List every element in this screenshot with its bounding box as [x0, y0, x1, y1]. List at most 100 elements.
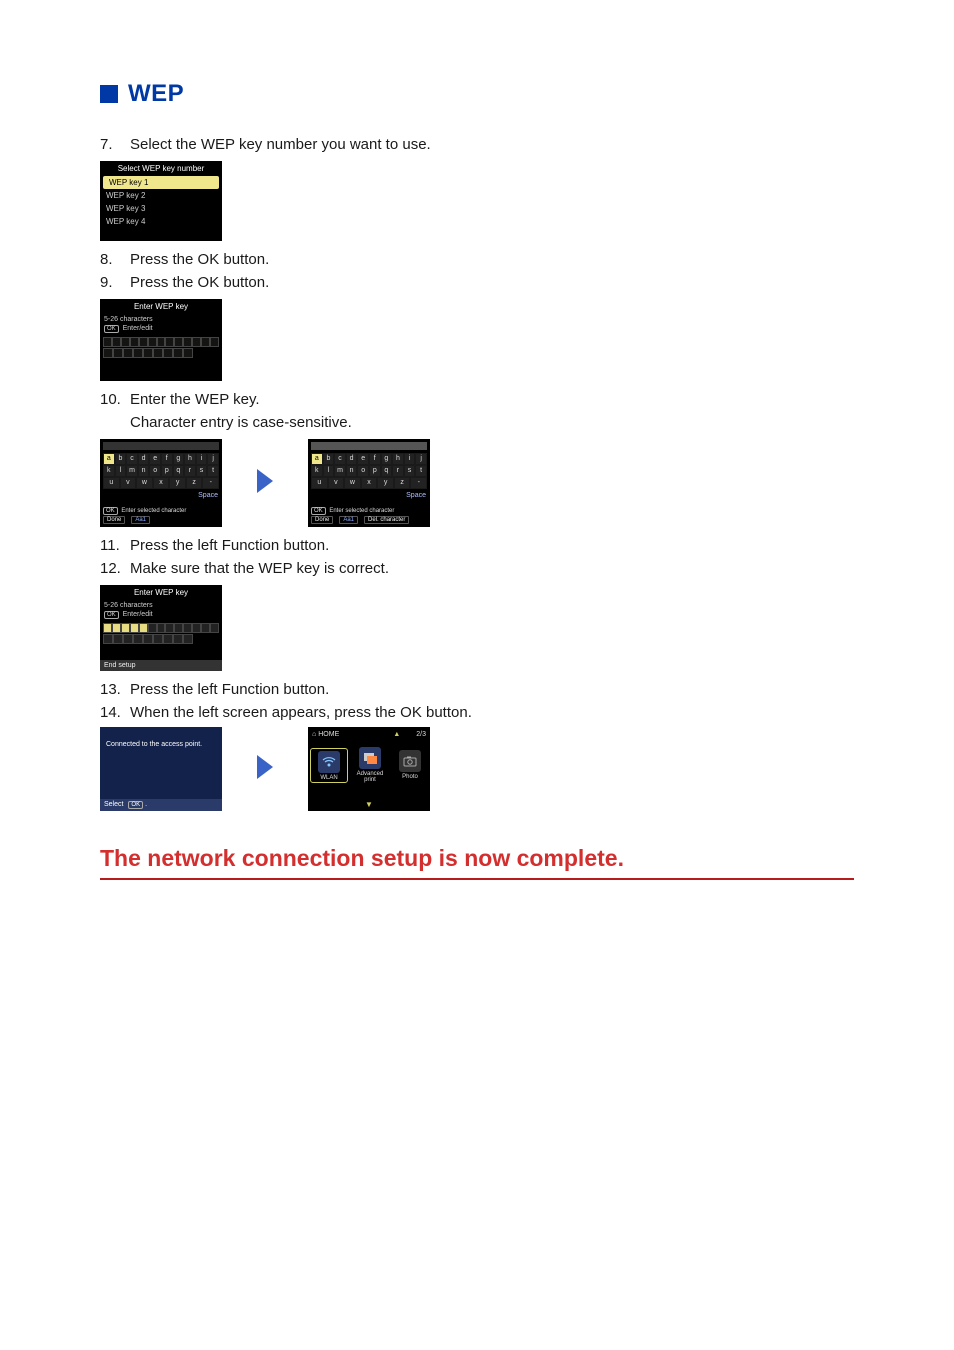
- tile-label: WLAN: [320, 775, 337, 781]
- lcd-title: Select WEP key number: [100, 164, 222, 176]
- char-grid: [103, 634, 219, 644]
- step-10: 10. Enter the WEP key.: [100, 391, 854, 408]
- kb-key: d: [346, 453, 358, 465]
- final-heading: The network connection setup is now comp…: [100, 845, 854, 880]
- lcd-hint-text: Enter/edit: [123, 325, 153, 332]
- ok-badge-icon: OK: [128, 801, 143, 809]
- ok-badge-icon: OK: [104, 611, 119, 619]
- step-number: 10.: [100, 391, 124, 408]
- kb-key: r: [184, 465, 196, 477]
- step-subtext: Character entry is case-sensitive.: [130, 414, 854, 431]
- kb-key: v: [328, 477, 345, 489]
- kb-hint-text: Enter selected character: [121, 508, 186, 514]
- kb-letter-grid: a b c d e f g h i j k l m: [103, 453, 219, 489]
- wep-key-row: WEP key 1: [103, 176, 219, 189]
- home-label: HOME: [318, 731, 339, 738]
- kb-key: o: [357, 465, 369, 477]
- kb-key: q: [381, 465, 393, 477]
- kb-key: e: [149, 453, 161, 465]
- home-tile-photo: Photo: [392, 750, 428, 780]
- kb-done-btn: Done: [103, 516, 125, 524]
- step-8: 8. Press the OK button.: [100, 251, 854, 268]
- lcd-keyboard-empty: a b c d e f g h i j k l m: [100, 439, 222, 527]
- nav-up-icon: ▲: [393, 731, 400, 738]
- wep-key-row: WEP key 4: [100, 215, 222, 228]
- kb-key: c: [334, 453, 346, 465]
- step-text: Press the OK button.: [130, 251, 269, 268]
- step-13: 13. Press the left Function button.: [100, 681, 854, 698]
- kb-hint-text: Enter selected character: [329, 508, 394, 514]
- lcd-enter-wep-filled: Enter WEP key 5-26 characters OK Enter/e…: [100, 585, 222, 671]
- kb-aa1-btn: Aa1: [339, 516, 358, 524]
- kb-aa1-btn: Aa1: [131, 516, 150, 524]
- kb-key: y: [169, 477, 186, 489]
- kb-key: p: [369, 465, 381, 477]
- kb-key: m: [334, 465, 346, 477]
- kb-key: b: [115, 453, 127, 465]
- step-text: Press the OK button.: [130, 274, 269, 291]
- lcd-connected-msg: Connected to the access point.: [100, 727, 222, 748]
- kb-del-btn: Del. character: [364, 516, 409, 524]
- advanced-print-icon: [359, 747, 381, 769]
- kb-key: v: [120, 477, 137, 489]
- lcd-connected: Connected to the access point. Select OK…: [100, 727, 222, 811]
- kb-key: e: [357, 453, 369, 465]
- lcd-select-wep-key: Select WEP key number WEP key 1 WEP key …: [100, 161, 222, 241]
- step-number: 13.: [100, 681, 124, 698]
- step-12: 12. Make sure that the WEP key is correc…: [100, 560, 854, 577]
- step-number: 8.: [100, 251, 124, 268]
- kb-key: k: [103, 465, 115, 477]
- wep-key-row: WEP key 2: [100, 189, 222, 202]
- step-number: 7.: [100, 136, 124, 153]
- kb-space-label: Space: [100, 489, 222, 499]
- home-top-bar: ⌂ HOME ▲ 2/3: [308, 727, 430, 741]
- kb-key: -: [410, 477, 427, 489]
- lcd-keyboard-filled: a b c d e f g h i j k l m: [308, 439, 430, 527]
- section-heading-wep: WEP: [100, 80, 854, 108]
- kb-key: t: [415, 465, 427, 477]
- heading-text: WEP: [128, 80, 184, 108]
- kb-key: a: [311, 453, 323, 465]
- kb-key: s: [196, 465, 208, 477]
- home-tile-wlan: WLAN: [310, 748, 348, 783]
- ok-badge-icon: OK: [104, 325, 119, 333]
- kb-key: o: [149, 465, 161, 477]
- lcd-title: Enter WEP key: [100, 588, 222, 600]
- kb-key: l: [323, 465, 335, 477]
- kb-key: t: [207, 465, 219, 477]
- kb-input-field: [103, 442, 219, 450]
- kb-key: i: [404, 453, 416, 465]
- kb-key: x: [153, 477, 170, 489]
- kb-key: u: [311, 477, 328, 489]
- kb-done-btn: Done: [311, 516, 333, 524]
- step-text: When the left screen appears, press the …: [130, 704, 472, 721]
- ok-badge-icon: OK: [103, 507, 118, 515]
- kb-key: y: [377, 477, 394, 489]
- kb-key: h: [184, 453, 196, 465]
- arrow-right-icon: [254, 753, 276, 785]
- step-14-screens: Connected to the access point. Select OK…: [100, 727, 854, 811]
- step-number: 11.: [100, 537, 124, 554]
- step-text: Enter the WEP key.: [130, 391, 260, 408]
- kb-key: z: [186, 477, 203, 489]
- ok-badge-icon: OK: [311, 507, 326, 515]
- home-tile-advanced-print: Advanced print: [352, 747, 388, 783]
- step-number: 12.: [100, 560, 124, 577]
- kb-key: m: [126, 465, 138, 477]
- kb-key: n: [346, 465, 358, 477]
- kb-key: -: [202, 477, 219, 489]
- kb-key: g: [173, 453, 185, 465]
- home-tiles: WLAN Advanced print: [308, 747, 430, 783]
- arrow-right-icon: [254, 467, 276, 499]
- kb-key: i: [196, 453, 208, 465]
- page: WEP 7. Select the WEP key number you wan…: [0, 0, 954, 920]
- kb-key: b: [323, 453, 335, 465]
- kb-input-field: [311, 442, 427, 450]
- kb-key: q: [173, 465, 185, 477]
- kb-key: d: [138, 453, 150, 465]
- kb-key: x: [361, 477, 378, 489]
- step-7: 7. Select the WEP key number you want to…: [100, 136, 854, 153]
- kb-key: p: [161, 465, 173, 477]
- step-text: Press the left Function button.: [130, 681, 329, 698]
- page-indicator: 2/3: [416, 731, 426, 738]
